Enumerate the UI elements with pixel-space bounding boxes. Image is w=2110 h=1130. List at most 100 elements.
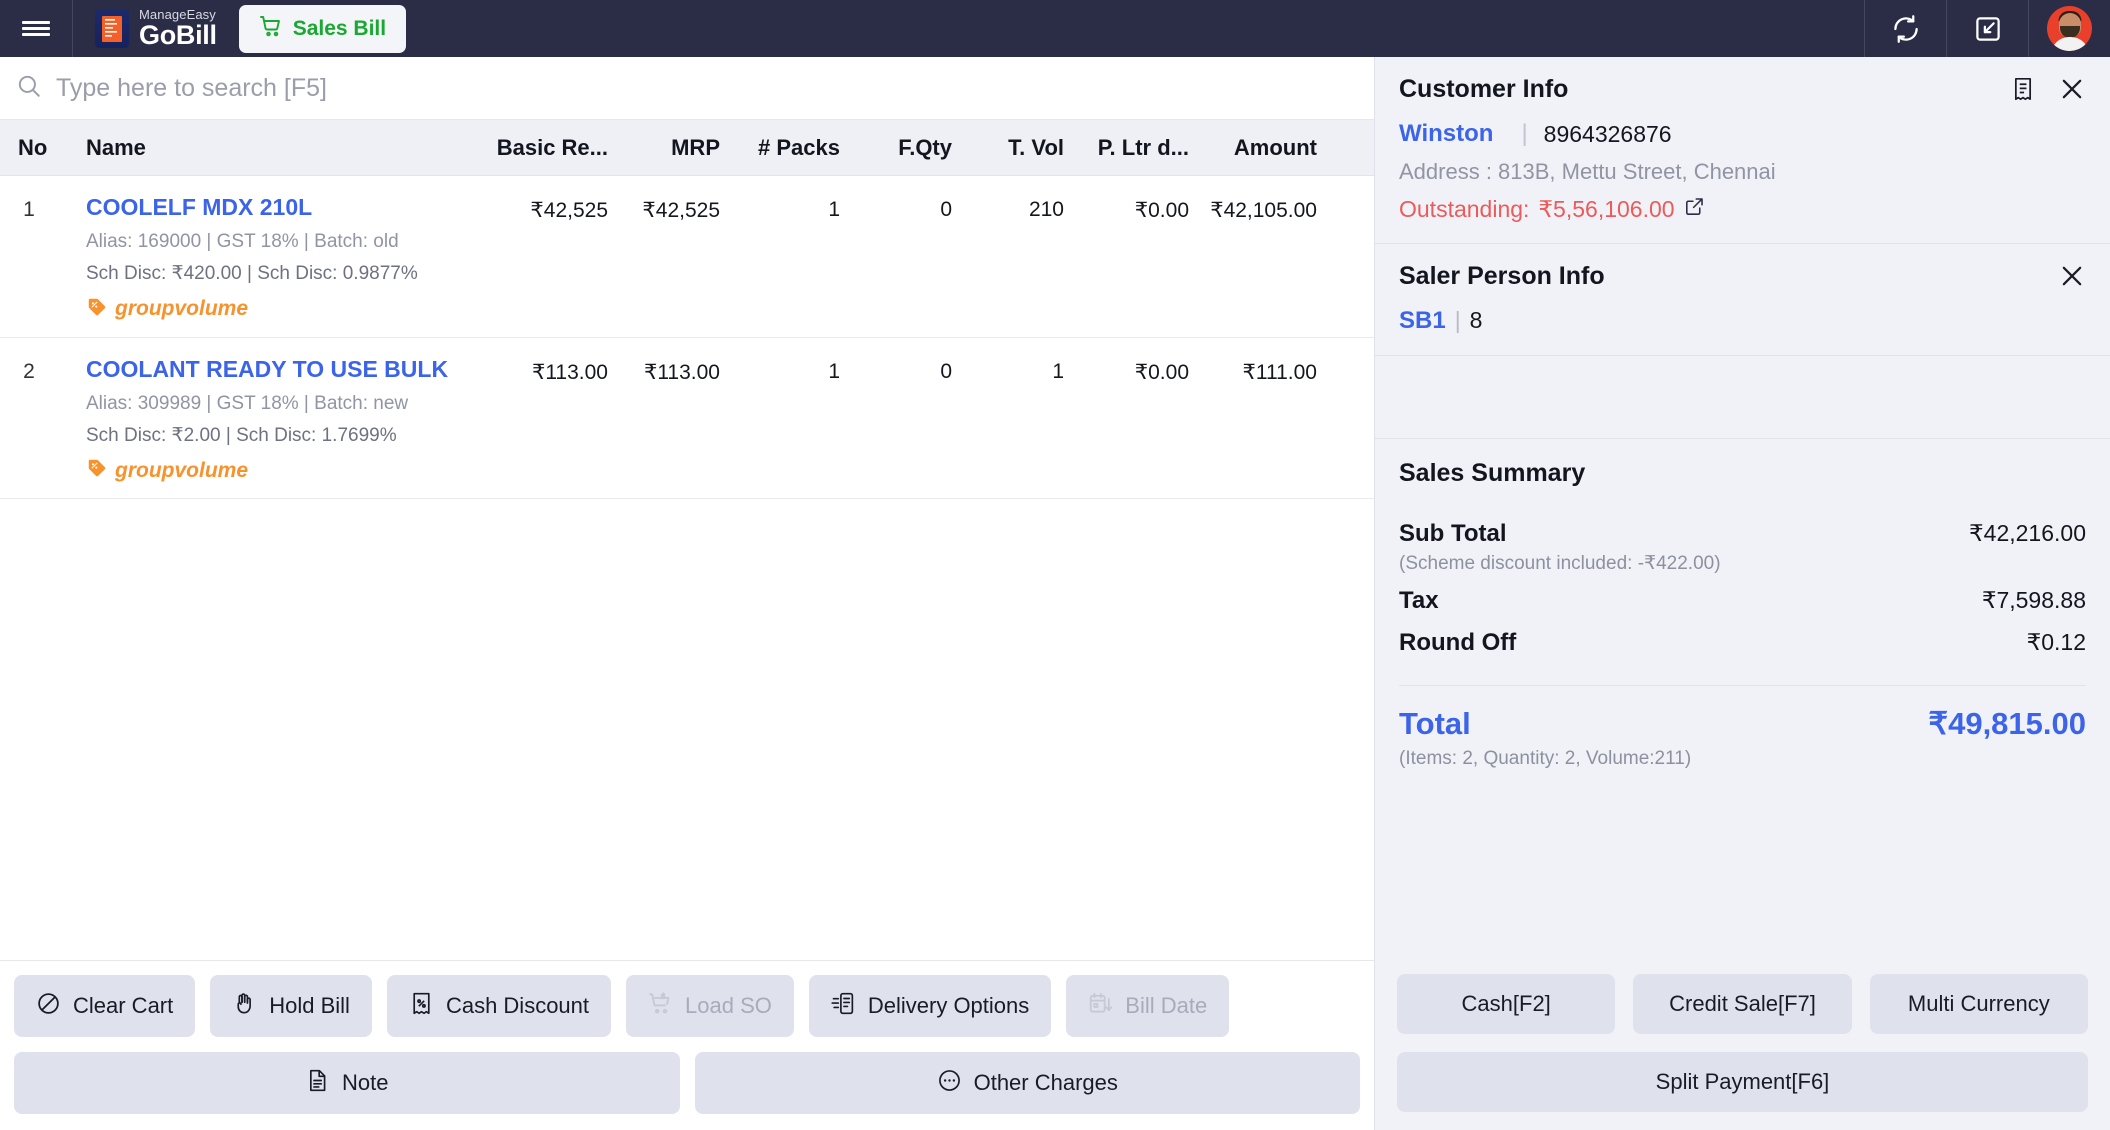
other-charges-button[interactable]: Other Charges (694, 1052, 1360, 1114)
product-scheme-tag: groupvolume (86, 457, 486, 484)
cash-discount-label: Cash Discount (445, 993, 590, 1018)
row-packs: 1 (828, 198, 840, 221)
product-scheme-discount: Sch Disc: ₹2.00 | Sch Disc: 1.7699% (86, 424, 397, 446)
customer-phone: 8964326876 (1543, 120, 1672, 147)
hold-bill-button[interactable]: Hold Bill (210, 975, 372, 1037)
payment-actions-row: Cash[F2] Credit Sale[F7] Multi Currency (1397, 974, 2088, 1034)
table-body: 1 COOLELF MDX 210L Alias: 169000 | GST 1… (0, 176, 1374, 960)
round-off-row: Round Off ₹0.12 (1399, 629, 2086, 657)
cash-discount-button[interactable]: Cash Discount (386, 975, 612, 1037)
row-amount: ₹42,105.00 (1210, 199, 1317, 222)
saler-identity: SB1 | 8 (1399, 307, 2086, 335)
round-off-value: ₹0.12 (2026, 629, 2086, 655)
customer-outstanding[interactable]: Outstanding: ₹5,56,106.00 (1399, 196, 2086, 223)
hold-bill-label: Hold Bill (269, 993, 350, 1018)
delivery-options-button[interactable]: Delivery Options (808, 975, 1052, 1037)
column-header-fqty: F.Qty (898, 134, 952, 160)
product-meta: Alias: 309989 | GST 18% | Batch: new (86, 393, 409, 415)
details-panel: Customer Info Winston | 8964326876 Addre… (1374, 57, 2110, 1130)
clear-cart-label: Clear Cart (73, 993, 174, 1018)
column-header-mrp: MRP (671, 134, 720, 160)
tax-label: Tax (1399, 587, 1439, 614)
panel-empty-slot (1375, 356, 2110, 439)
column-header-name: Name (86, 134, 146, 160)
multi-currency-button[interactable]: Multi Currency (1869, 974, 2088, 1034)
row-product: COOLELF MDX 210L Alias: 169000 | GST 18%… (58, 194, 486, 323)
app-root: ManageEasy GoBill Sales Bill Type here t… (0, 0, 2110, 1130)
hamburger-icon[interactable] (0, 0, 72, 57)
table-header: No Name Basic Re... MRP # Packs F.Qty T.… (0, 120, 1374, 176)
table-row[interactable]: 1 COOLELF MDX 210L Alias: 169000 | GST 1… (0, 176, 1374, 338)
column-header-p-ltr: P. Ltr d... (1097, 134, 1189, 160)
row-fqty: 0 (940, 198, 952, 221)
customer-info-title: Customer Info (1399, 75, 1569, 103)
search-input[interactable] (56, 73, 1358, 103)
saler-person-info-title: Saler Person Info (1399, 262, 1605, 290)
column-header-amount: Amount (1233, 134, 1317, 160)
saler-number: 8 (1469, 307, 1483, 333)
close-icon[interactable] (2058, 262, 2086, 295)
saler-person-info-header: Saler Person Info (1399, 262, 2086, 295)
product-name[interactable]: COOLELF MDX 210L (86, 194, 486, 220)
row-total-volume: 210 (1028, 198, 1064, 221)
load-so-button[interactable]: Load SO (626, 975, 794, 1037)
row-basic-rate: ₹42,525 (530, 199, 608, 222)
payment-actions: Cash[F2] Credit Sale[F7] Multi Currency … (1375, 960, 2110, 1130)
customer-name[interactable]: Winston (1399, 120, 1493, 148)
close-icon[interactable] (2058, 75, 2086, 108)
total-value: ₹49,815.00 (1928, 706, 2086, 741)
clear-cart-button[interactable]: Clear Cart (14, 975, 196, 1037)
tax-value: ₹7,598.88 (1981, 587, 2086, 613)
table-row[interactable]: 2 COOLANT READY TO USE BULK Alias: 30998… (0, 338, 1374, 500)
bill-date-button[interactable]: Bill Date (1066, 975, 1230, 1037)
receipt-list-icon[interactable] (2010, 76, 2036, 107)
search-icon (16, 73, 42, 104)
main-area: No Name Basic Re... MRP # Packs F.Qty T.… (0, 57, 2110, 1130)
cash-payment-button[interactable]: Cash[F2] (1397, 974, 1616, 1034)
product-name[interactable]: COOLANT READY TO USE BULK (86, 356, 486, 382)
row-per-litre-discount: ₹0.00 (1134, 199, 1189, 222)
saler-code[interactable]: SB1 (1399, 307, 1446, 335)
refresh-icon[interactable] (1864, 0, 1946, 57)
column-header-packs: # Packs (758, 134, 840, 160)
tab-sales-bill[interactable]: Sales Bill (238, 4, 407, 53)
search-bar (0, 57, 1374, 120)
percent-tag-icon (86, 296, 108, 323)
other-charges-label: Other Charges (973, 1070, 1118, 1095)
note-button[interactable]: Note (14, 1052, 680, 1114)
summary-divider (1399, 685, 2086, 686)
hand-icon (232, 991, 257, 1022)
calendar-down-icon (1088, 991, 1113, 1022)
scheme-discount-note: (Scheme discount included: -₹422.00) (1399, 553, 1721, 574)
user-avatar[interactable] (2028, 0, 2110, 57)
separator: | (1521, 120, 1528, 147)
credit-sale-button[interactable]: Credit Sale[F7] (1633, 974, 1852, 1034)
row-amount: ₹111.00 (1242, 360, 1317, 384)
customer-info-section: Customer Info Winston | 8964326876 Addre… (1375, 57, 2110, 244)
column-header-tvol: T. Vol (1008, 134, 1064, 160)
tax-row: Tax ₹7,598.88 (1399, 587, 2086, 615)
row-per-litre-discount: ₹0.00 (1134, 360, 1189, 384)
total-label: Total (1399, 706, 1471, 741)
customer-info-header: Customer Info (1399, 75, 2086, 108)
restore-down-icon[interactable] (1946, 0, 2028, 57)
gobill-mark-icon (95, 9, 129, 48)
tab-label: Sales Bill (292, 16, 387, 40)
row-index: 2 (23, 359, 35, 383)
row-mrp: ₹42,525 (642, 199, 720, 222)
sales-summary-rows: Sub Total ₹42,216.00 (Scheme discount in… (1399, 520, 2086, 663)
delivery-options-label: Delivery Options (867, 993, 1030, 1018)
bill-date-label: Bill Date (1125, 993, 1208, 1018)
row-total-volume: 1 (1052, 359, 1064, 383)
sales-summary-section: Sales Summary Sub Total ₹42,216.00 (Sche… (1375, 439, 2110, 960)
sub-total-label: Sub Total (1399, 520, 1507, 547)
outstanding-label: Outstanding: (1399, 196, 1530, 222)
cart-actions-row-2: Note Other Charges (14, 1052, 1360, 1114)
outstanding-value: ₹5,56,106.00 (1538, 196, 1675, 222)
split-payment-button[interactable]: Split Payment[F6] (1397, 1052, 2088, 1112)
cart-dollar-icon (648, 991, 673, 1022)
sub-total-value: ₹42,216.00 (1969, 520, 2086, 546)
external-link-icon[interactable] (1684, 196, 1705, 223)
scheme-tag-label: groupvolume (115, 458, 249, 482)
cart-actions: Clear Cart Hold Bill Cash Discount Load … (0, 960, 1374, 1130)
